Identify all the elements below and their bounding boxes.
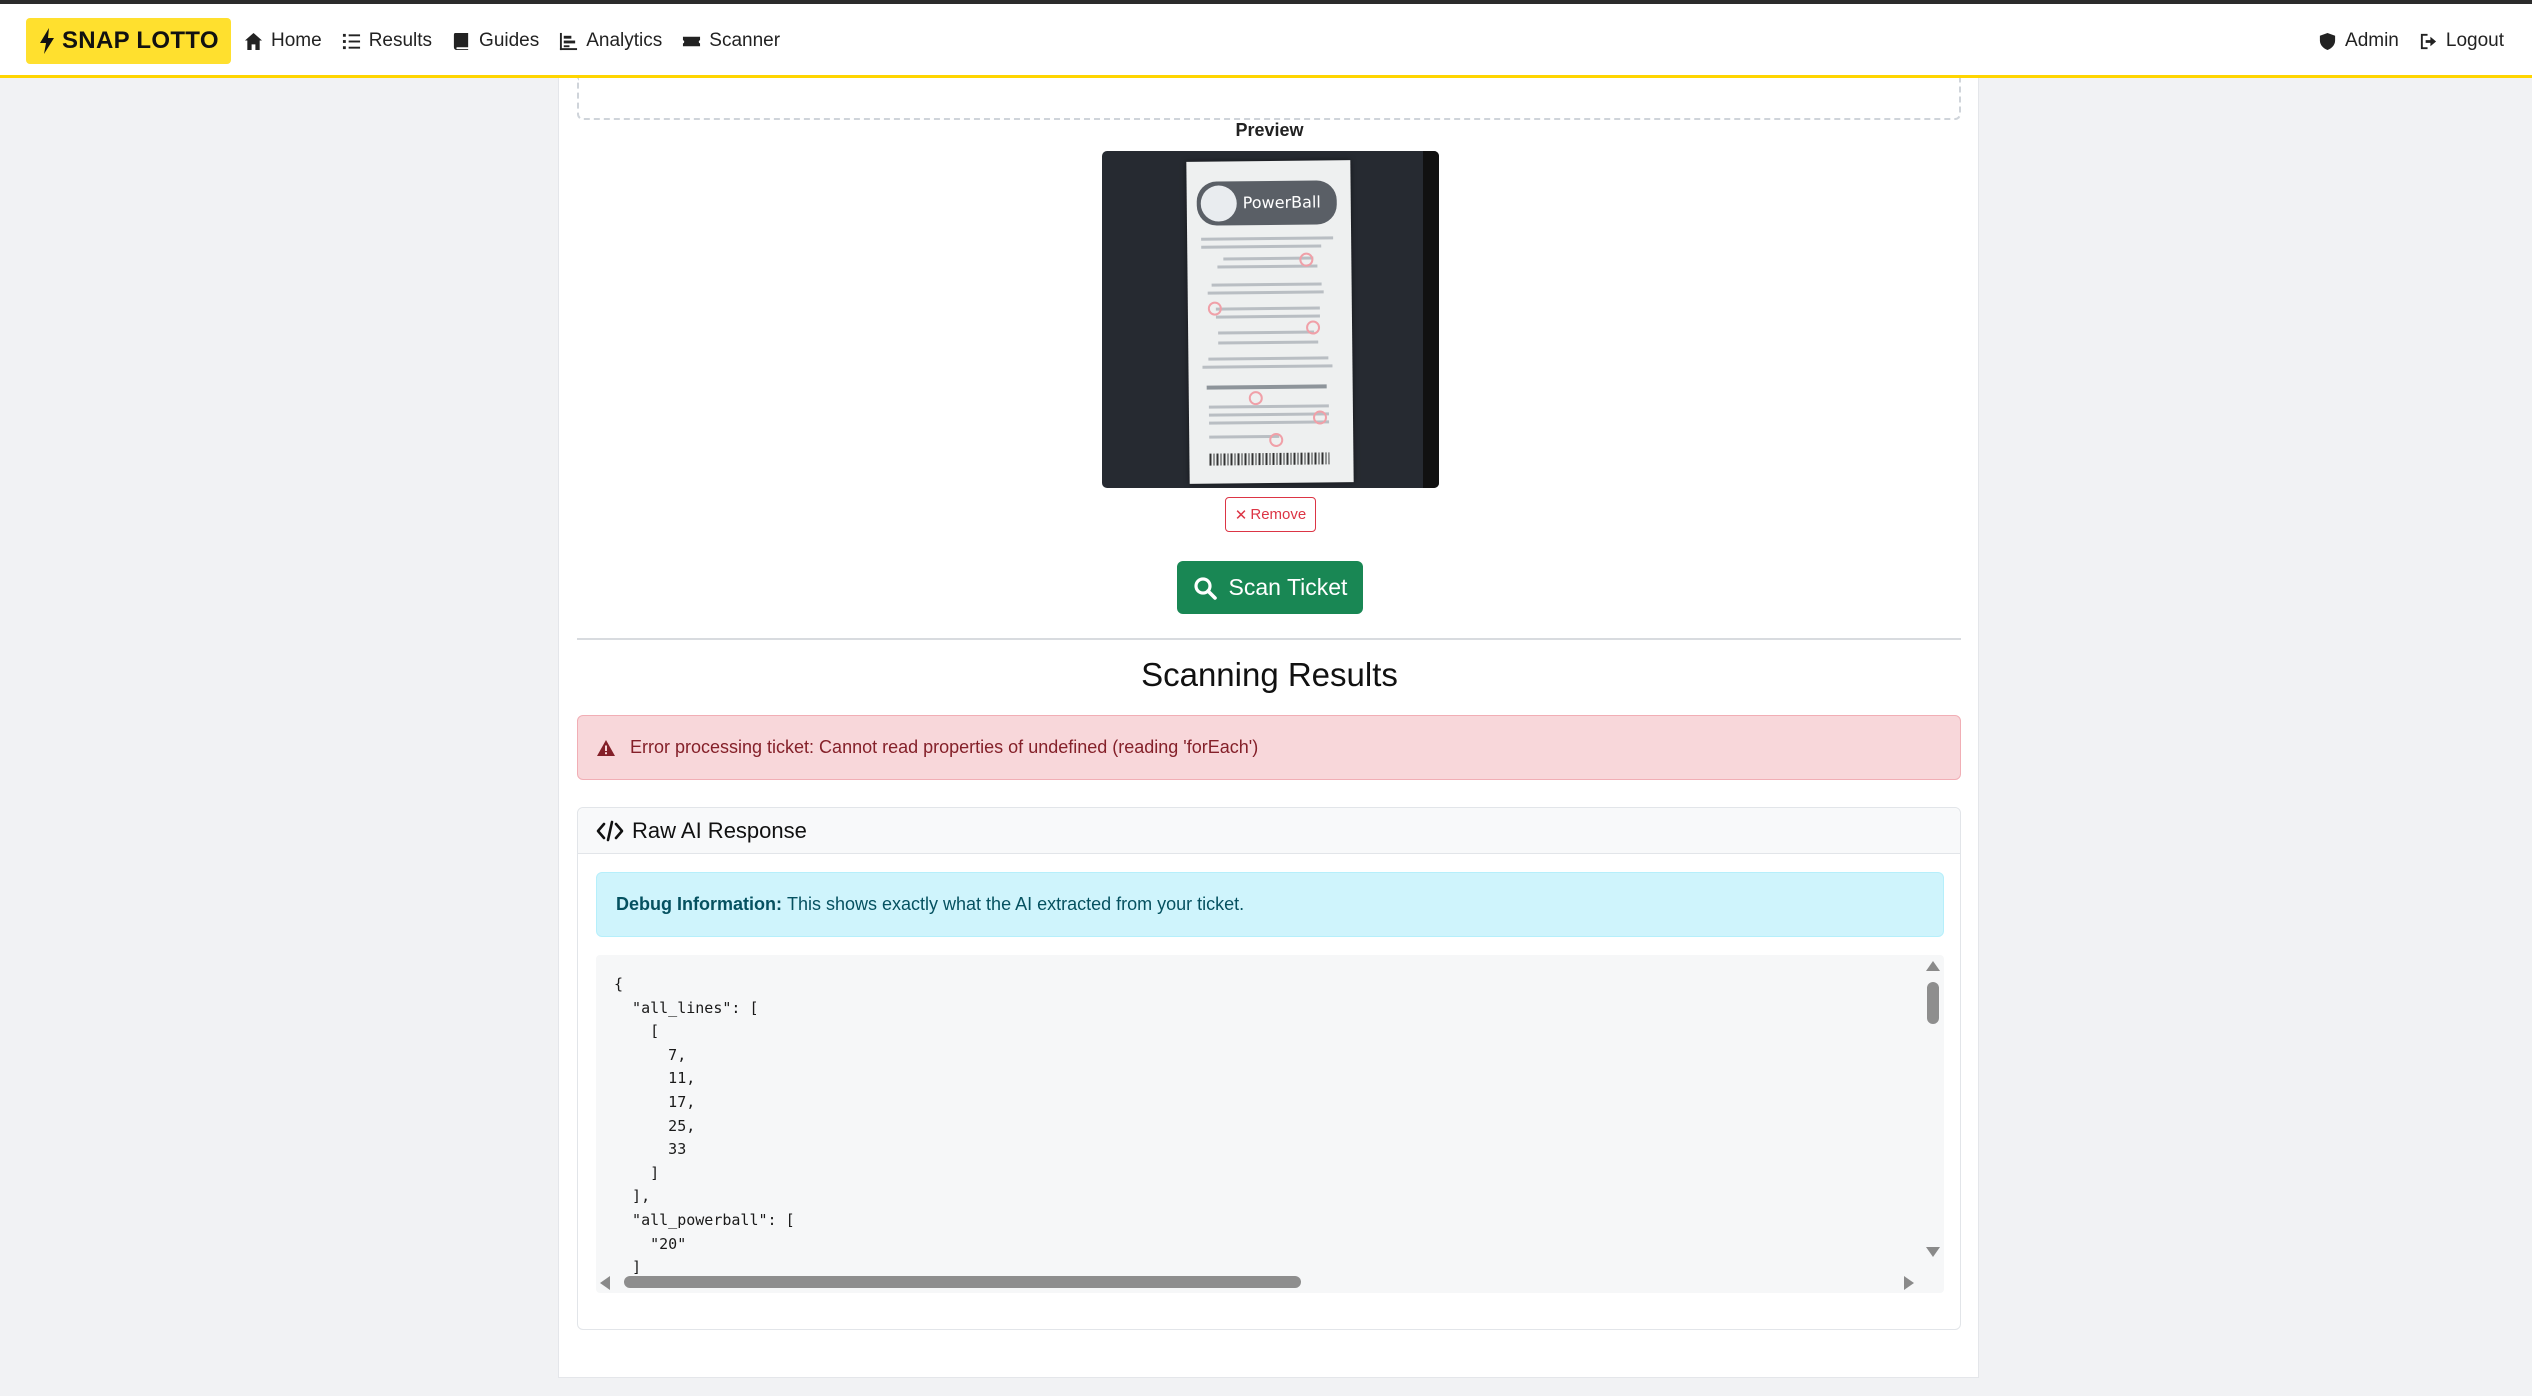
chart-bar-icon (560, 32, 578, 50)
receipt-watermark (1312, 410, 1328, 425)
receipt-text-line (1201, 236, 1334, 241)
nav-results[interactable]: Results (342, 30, 432, 52)
brand-name: SNAP LOTTO (62, 27, 219, 54)
receipt-text-line (1218, 340, 1319, 345)
scan-ticket-button[interactable]: Scan Ticket (1177, 561, 1363, 614)
vertical-scrollbar[interactable] (1922, 955, 1944, 1263)
powerball-logo: PowerBall (1196, 180, 1337, 226)
nav-home[interactable]: Home (244, 30, 322, 52)
error-message: Error processing ticket: Cannot read pro… (630, 737, 1259, 757)
lottery-receipt: PowerBall (1186, 160, 1354, 484)
receipt-watermark (1305, 320, 1321, 335)
results-title: Scanning Results (1141, 656, 1398, 693)
receipt-watermark (1269, 432, 1284, 448)
sign-out-icon (2420, 33, 2436, 49)
raw-json-scroll-box[interactable]: { "all_lines": [ [ 7, 11, 17, 25, 33 ] ]… (596, 955, 1944, 1293)
close-icon: ✕ (1234, 506, 1248, 524)
scroll-right-arrow-icon[interactable] (1904, 1276, 1914, 1290)
horizontal-scrollbar[interactable] (596, 1271, 1944, 1293)
brand-logo[interactable]: SNAP LOTTO (26, 18, 231, 64)
list-ol-icon (342, 33, 360, 49)
preview-label: Preview (1235, 120, 1304, 140)
nav-scanner[interactable]: Scanner (682, 30, 780, 52)
receipt-text-line (1209, 420, 1330, 425)
bolt-icon (40, 28, 54, 54)
nav-results-label: Results (368, 30, 433, 51)
horizontal-scroll-thumb[interactable] (624, 1276, 1301, 1288)
nav-user-links: Admin Logout (2318, 4, 2504, 78)
receipt-text-line (1208, 412, 1329, 417)
receipt-text-line (1215, 314, 1320, 319)
debug-info-label: Debug Information: (616, 894, 782, 914)
warning-icon (597, 739, 615, 756)
home-icon (244, 32, 263, 50)
section-divider (577, 638, 1961, 640)
receipt-text-line (1218, 330, 1315, 335)
nav-guides[interactable]: Guides (452, 30, 539, 52)
nav-analytics[interactable]: Analytics (559, 30, 662, 52)
nav-home-label: Home (271, 30, 322, 51)
nav-guides-label: Guides (479, 30, 540, 51)
raw-ai-response-title: Raw AI Response (632, 817, 807, 843)
nav-scanner-label: Scanner (709, 30, 781, 51)
nav-logout-label: Logout (2445, 30, 2504, 51)
receipt-text-line (1215, 306, 1320, 311)
scroll-up-arrow-icon[interactable] (1926, 961, 1940, 971)
vertical-scroll-thumb[interactable] (1927, 982, 1939, 1024)
receipt-text-line (1208, 404, 1329, 409)
receipt-text-line (1206, 384, 1327, 390)
top-navbar: SNAP LOTTO Home Results Guides Analytics… (0, 4, 2532, 78)
scanner-card: Preview PowerBall ✕ Remove Scan Ticket S… (558, 78, 1979, 1378)
debug-info-text: This shows exactly what the AI extracted… (786, 894, 1245, 914)
receipt-watermark (1248, 391, 1263, 406)
ticket-preview-image: PowerBall (1102, 151, 1439, 488)
raw-json-content: { "all_lines": [ [ 7, 11, 17, 25, 33 ] ]… (614, 975, 795, 1277)
scan-ticket-label: Scan Ticket (1228, 574, 1348, 600)
search-icon (1193, 576, 1217, 600)
nav-links: Home Results Guides Analytics Scanner (244, 4, 780, 78)
receipt-text-line (1211, 282, 1322, 287)
remove-button-label: Remove (1250, 506, 1307, 523)
receipt-text-line (1201, 244, 1322, 249)
scroll-left-arrow-icon[interactable] (600, 1276, 610, 1290)
shield-icon (2319, 32, 2336, 50)
powerball-logo-ball (1200, 185, 1237, 222)
image-shadow-edge (1423, 151, 1439, 488)
code-icon (596, 820, 624, 841)
nav-admin-label: Admin (2345, 30, 2399, 51)
receipt-text-line (1207, 290, 1324, 295)
raw-ai-response-header: Raw AI Response (578, 808, 1960, 854)
receipt-barcode (1209, 452, 1330, 466)
error-alert: Error processing ticket: Cannot read pro… (577, 715, 1961, 780)
raw-ai-response-card: Raw AI Response Debug Information: This … (577, 807, 1961, 1330)
nav-analytics-label: Analytics (586, 30, 663, 51)
debug-info-alert: Debug Information: This shows exactly wh… (596, 872, 1944, 937)
ticket-icon (683, 36, 701, 46)
receipt-watermark (1299, 252, 1314, 267)
nav-logout[interactable]: Logout (2419, 30, 2504, 52)
receipt-watermark (1207, 301, 1222, 316)
scroll-down-arrow-icon[interactable] (1926, 1247, 1940, 1257)
receipt-text-line (1202, 364, 1333, 369)
upload-dropzone[interactable] (577, 78, 1961, 120)
book-icon (453, 32, 469, 50)
powerball-logo-text: PowerBall (1242, 192, 1321, 213)
nav-admin[interactable]: Admin (2318, 30, 2399, 52)
remove-button[interactable]: ✕ Remove (1225, 497, 1316, 532)
receipt-text-line (1208, 356, 1329, 361)
